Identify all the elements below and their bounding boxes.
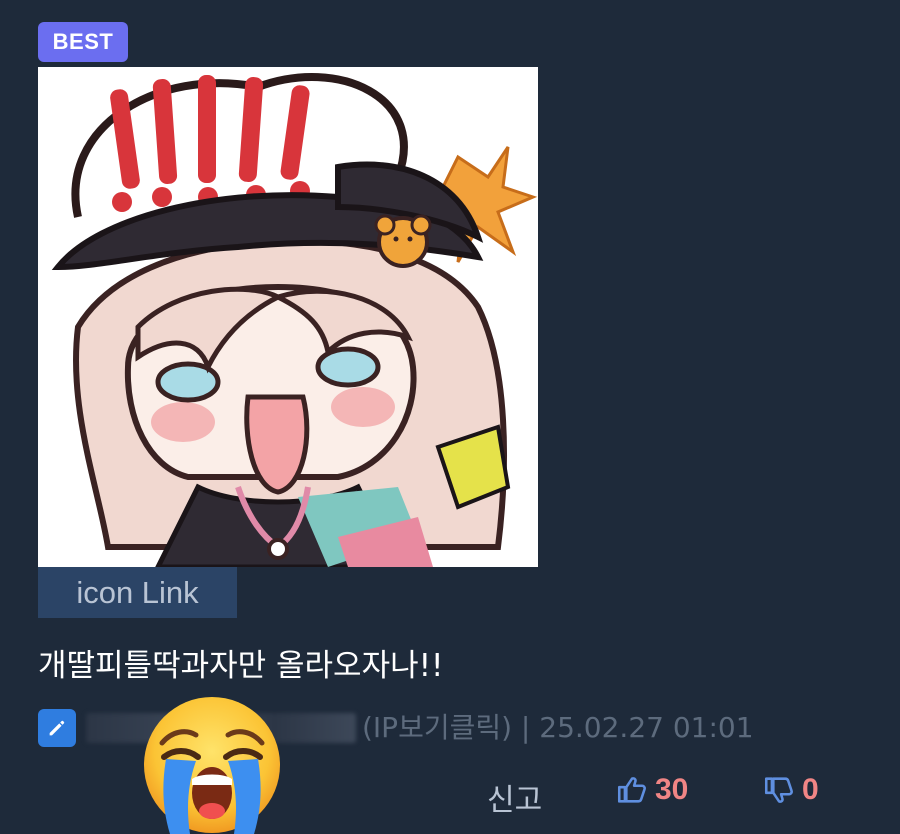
- loudly-crying-face-emoji: [144, 697, 280, 834]
- best-badge: BEST: [38, 22, 128, 62]
- pencil-icon[interactable]: [38, 709, 76, 747]
- thumbs-up-icon: [617, 777, 646, 803]
- comment-meta-ip-date[interactable]: (IP보기클릭) | 25.02.27 01:01: [362, 708, 754, 748]
- emoticon-image[interactable]: [38, 67, 538, 567]
- comment-body-text: 개딸피틀딱과자만 올라오자나!!: [38, 648, 444, 684]
- report-button[interactable]: 신고: [487, 775, 542, 819]
- like-count: 30: [655, 773, 689, 806]
- thumbs-down-icon: [764, 777, 793, 803]
- icon-link-button[interactable]: icon Link: [38, 567, 237, 618]
- dislike-button[interactable]: 0: [762, 773, 819, 807]
- like-button[interactable]: 30: [615, 773, 688, 807]
- dislike-count: 0: [802, 773, 819, 806]
- pencil-glyph: [49, 720, 65, 736]
- chibi-emoticon-illustration: [38, 67, 538, 567]
